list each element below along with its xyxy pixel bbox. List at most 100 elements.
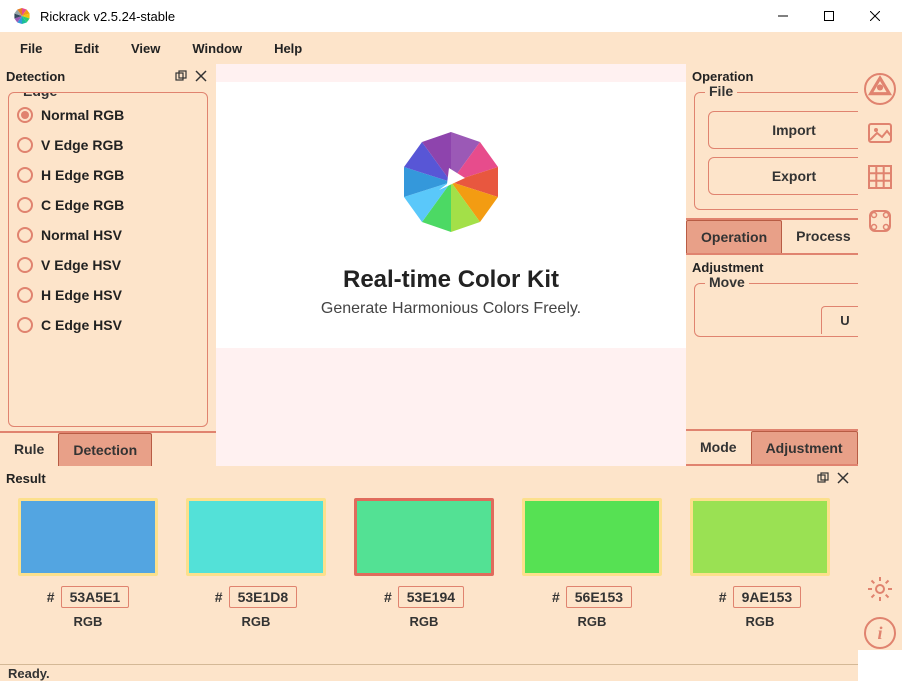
radio-icon (17, 107, 33, 123)
menubar: File Edit View Window Help (0, 32, 902, 64)
detection-header: Detection (0, 64, 216, 88)
tab-adjustment[interactable]: Adjustment (751, 431, 858, 464)
close-button[interactable] (852, 0, 898, 32)
color-swatch[interactable] (186, 498, 326, 576)
board-tool-icon[interactable] (863, 204, 897, 238)
info-icon[interactable]: i (863, 616, 897, 650)
radio-v-edge-hsv[interactable]: V Edge HSV (17, 257, 199, 273)
adjustment-title: Adjustment (692, 260, 856, 275)
radio-h-edge-rgb[interactable]: H Edge RGB (17, 167, 199, 183)
rgb-label: RGB (242, 614, 271, 629)
welcome-sub: Generate Harmonious Colors Freely. (321, 300, 581, 318)
maximize-button[interactable] (806, 0, 852, 32)
tab-mode[interactable]: Mode (686, 431, 751, 464)
swatch: #53A5E1 RGB (18, 498, 158, 629)
radio-label: V Edge HSV (41, 257, 121, 273)
tab-detection[interactable]: Detection (58, 433, 152, 466)
center-canvas: Real-time Color Kit Generate Harmonious … (216, 64, 686, 466)
result-header: Result (0, 466, 858, 490)
rgb-label: RGB (746, 614, 775, 629)
operation-title: Operation (692, 69, 856, 84)
hash-label: # (384, 589, 392, 605)
hash-label: # (552, 589, 560, 605)
menu-help[interactable]: Help (262, 37, 314, 60)
welcome-heading: Real-time Color Kit (343, 266, 559, 294)
tab-operation[interactable]: Operation (686, 220, 782, 253)
detach-icon[interactable] (814, 469, 832, 487)
grid-tool-icon[interactable] (863, 160, 897, 194)
tab-rule[interactable]: Rule (0, 433, 58, 466)
detach-icon[interactable] (172, 67, 190, 85)
radio-normal-rgb[interactable]: Normal RGB (17, 107, 199, 123)
radio-c-edge-rgb[interactable]: C Edge RGB (17, 197, 199, 213)
statusbar: Ready. (0, 664, 858, 681)
minimize-button[interactable] (760, 0, 806, 32)
radio-icon (17, 227, 33, 243)
detection-title: Detection (6, 69, 170, 84)
hex-value[interactable]: 9AE153 (733, 586, 802, 608)
edge-fieldset: Edge Normal RGB V Edge RGB H Edge RGB C Edg… (8, 92, 208, 427)
color-swatch[interactable] (522, 498, 662, 576)
swatch: #56E153 RGB (522, 498, 662, 629)
hash-label: # (215, 589, 223, 605)
result-title: Result (6, 471, 812, 486)
image-tool-icon[interactable] (863, 116, 897, 150)
hex-value[interactable]: 53A5E1 (61, 586, 130, 608)
tool-sidebar: i (858, 64, 902, 650)
radio-icon (17, 317, 33, 333)
color-wheel-icon (391, 122, 511, 242)
radio-label: Normal HSV (41, 227, 122, 243)
rgb-label: RGB (74, 614, 103, 629)
window-title: Rickrack v2.5.24-stable (40, 9, 760, 24)
wheel-tool-icon[interactable] (863, 72, 897, 106)
radio-label: H Edge RGB (41, 167, 124, 183)
status-text: Ready. (8, 666, 50, 681)
welcome-card: Real-time Color Kit Generate Harmonious … (216, 82, 686, 348)
radio-label: V Edge RGB (41, 137, 123, 153)
swatch-row: #53A5E1 RGB #53E1D8 RGB #53E194 RGB #56E153 RGB… (0, 490, 858, 637)
radio-label: Normal RGB (41, 107, 124, 123)
radio-icon (17, 197, 33, 213)
radio-icon (17, 257, 33, 273)
hex-value[interactable]: 53E1D8 (229, 586, 298, 608)
swatch: #53E194 RGB (354, 498, 494, 629)
titlebar: Rickrack v2.5.24-stable (0, 0, 902, 32)
result-panel: Result #53A5E1RGB#53E1D8RGB#53E194RGB#56… (0, 466, 858, 664)
color-swatch[interactable] (18, 498, 158, 576)
file-legend: File (705, 83, 737, 99)
hex-value[interactable]: 56E153 (566, 586, 632, 608)
edge-radio-list: Normal RGB V Edge RGB H Edge RGB C Edge RGB… (15, 103, 201, 337)
radio-label: C Edge RGB (41, 197, 124, 213)
radio-v-edge-rgb[interactable]: V Edge RGB (17, 137, 199, 153)
radio-icon (17, 137, 33, 153)
move-legend: Move (705, 274, 749, 290)
menu-view[interactable]: View (119, 37, 172, 60)
export-button[interactable]: Export (708, 157, 879, 195)
rgb-label: RGB (410, 614, 439, 629)
close-icon[interactable] (192, 67, 210, 85)
radio-icon (17, 167, 33, 183)
menu-file[interactable]: File (8, 37, 54, 60)
detection-panel: Detection Edge Normal RGB V Edge RGB H Edg… (0, 64, 216, 466)
radio-label: H Edge HSV (41, 287, 122, 303)
menu-edit[interactable]: Edit (62, 37, 111, 60)
menu-window[interactable]: Window (180, 37, 254, 60)
left-tabbar: RuleDetection (0, 431, 216, 466)
settings-icon[interactable] (863, 572, 897, 606)
color-swatch[interactable] (354, 498, 494, 576)
tab-process[interactable]: Process (782, 220, 864, 253)
close-icon[interactable] (834, 469, 852, 487)
rgb-label: RGB (578, 614, 607, 629)
radio-c-edge-hsv[interactable]: C Edge HSV (17, 317, 199, 333)
hash-label: # (47, 589, 55, 605)
import-button[interactable]: Import (708, 111, 879, 149)
radio-normal-hsv[interactable]: Normal HSV (17, 227, 199, 243)
radio-label: C Edge HSV (41, 317, 122, 333)
color-swatch[interactable] (690, 498, 830, 576)
main-area: Detection Edge Normal RGB V Edge RGB H Edg… (0, 64, 902, 466)
edge-legend: Edge (19, 92, 61, 99)
hex-value[interactable]: 53E194 (398, 586, 464, 608)
swatch: #9AE153RGB (690, 498, 830, 629)
radio-h-edge-hsv[interactable]: H Edge HSV (17, 287, 199, 303)
swatch: #53E1D8 RGB (186, 498, 326, 629)
